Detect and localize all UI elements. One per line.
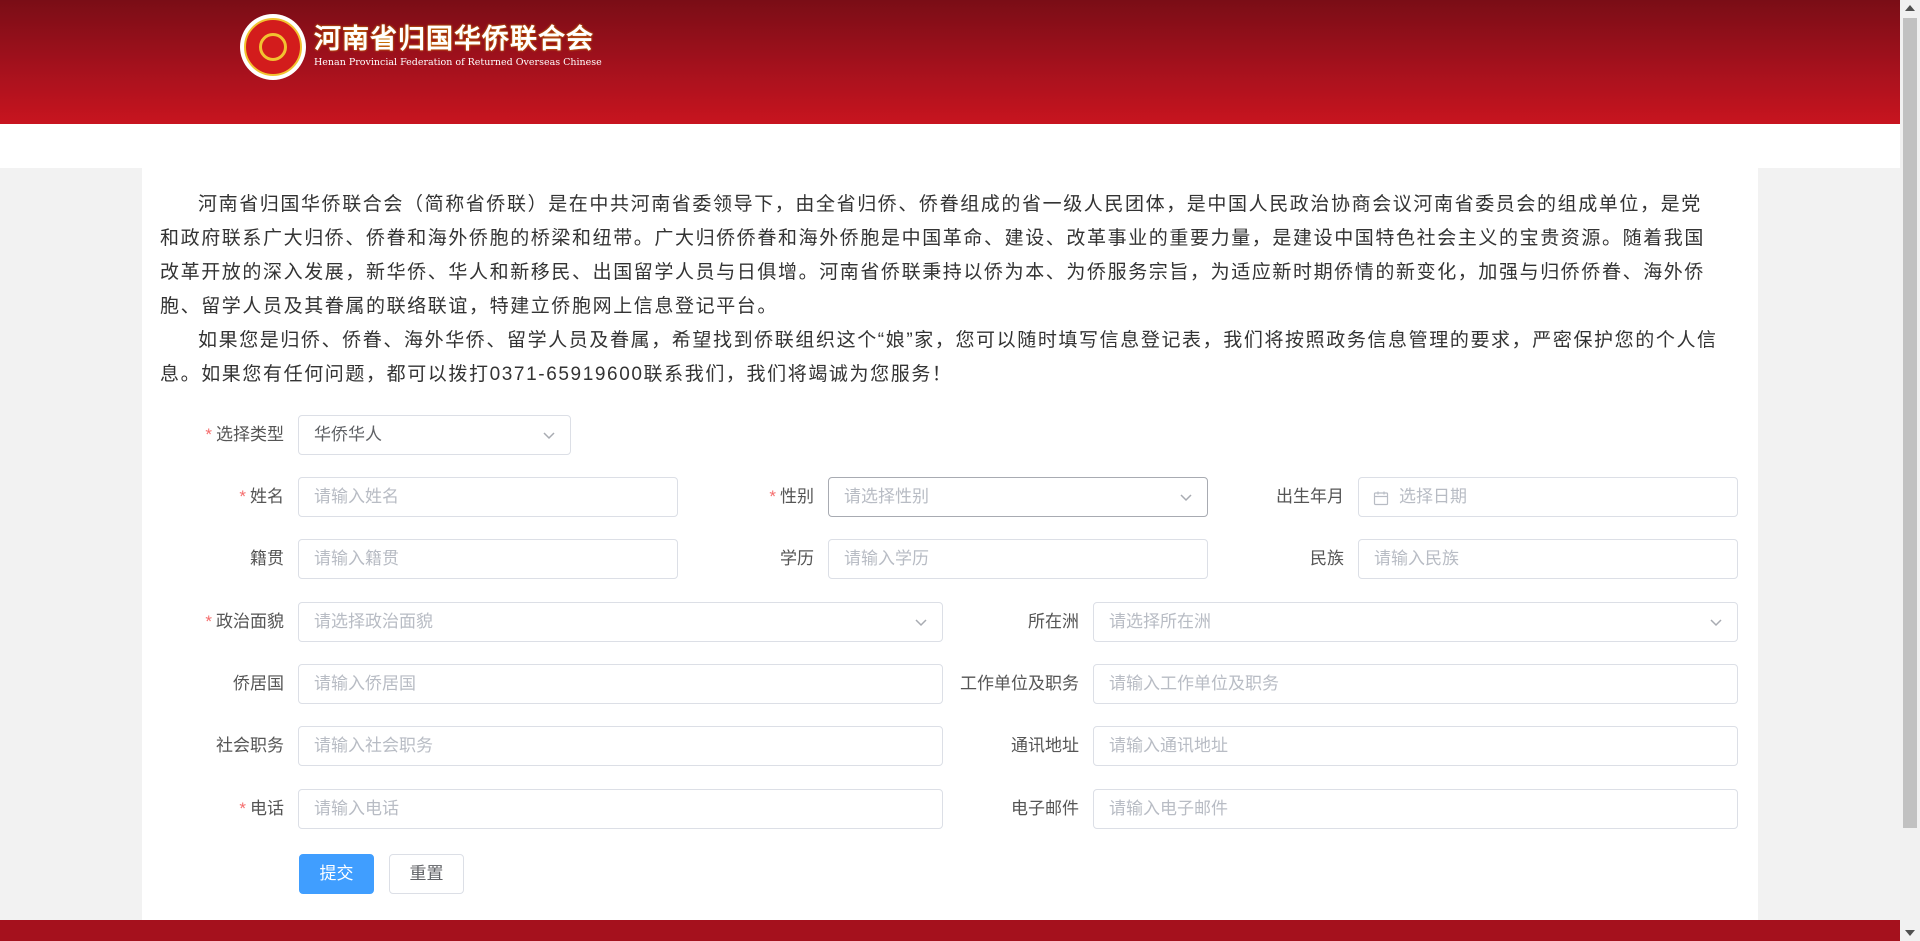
site-header: 河南省归国华侨联合会 Henan Provincial Federation o… — [0, 0, 1900, 124]
education-label: 学历 — [780, 549, 814, 568]
intro-text: 河南省归国华侨联合会（简称省侨联）是在中共河南省委领导下，由全省归侨、侨眷组成的… — [160, 188, 1720, 392]
calendar-icon — [1373, 491, 1389, 506]
scroll-up-arrow-icon[interactable] — [1905, 5, 1915, 11]
type-select[interactable]: 华侨华人 — [298, 415, 571, 455]
chevron-down-icon — [543, 432, 555, 440]
intro-paragraph-1: 河南省归国华侨联合会（简称省侨联）是在中共河南省委领导下，由全省归侨、侨眷组成的… — [160, 194, 1706, 317]
continent-label: 所在洲 — [1028, 612, 1079, 631]
org-name-cn: 河南省归国华侨联合会 — [314, 24, 594, 55]
work-unit-input[interactable] — [1093, 664, 1738, 704]
birth-label: 出生年月 — [1276, 487, 1344, 506]
email-label: 电子邮件 — [1011, 799, 1079, 818]
chevron-down-icon — [915, 619, 927, 627]
scrollbar-thumb[interactable] — [1903, 18, 1917, 828]
social-position-input[interactable] — [298, 726, 943, 766]
birth-date-placeholder: 选择日期 — [1399, 487, 1467, 506]
education-input[interactable] — [828, 539, 1208, 579]
site-logo[interactable]: 河南省归国华侨联合会 Henan Provincial Federation o… — [240, 14, 602, 80]
ethnicity-label: 民族 — [1310, 549, 1344, 568]
nav-spacer — [0, 124, 1900, 168]
birth-date-picker[interactable]: 选择日期 — [1358, 477, 1738, 517]
page-scrollbar[interactable] — [1900, 0, 1920, 941]
address-label: 通讯地址 — [1011, 736, 1079, 755]
gender-select[interactable]: 请选择性别 — [828, 477, 1208, 517]
name-input[interactable] — [298, 477, 678, 517]
email-input[interactable] — [1093, 789, 1738, 829]
org-name-en: Henan Provincial Federation of Returned … — [314, 57, 602, 68]
phone-input[interactable] — [298, 789, 943, 829]
registration-panel: 河南省归国华侨联合会（简称省侨联）是在中共河南省委领导下，由全省归侨、侨眷组成的… — [142, 168, 1758, 920]
federation-emblem-icon — [240, 14, 306, 80]
type-label: * 选择类型 — [205, 425, 284, 444]
social-position-label: 社会职务 — [216, 736, 284, 755]
address-input[interactable] — [1093, 726, 1738, 766]
political-label: * 政治面貌 — [205, 612, 284, 631]
political-select-placeholder: 请选择政治面貌 — [314, 612, 433, 631]
work-unit-label: 工作单位及职务 — [960, 674, 1079, 693]
phone-label: * 电话 — [239, 799, 284, 818]
name-label: * 姓名 — [239, 487, 284, 506]
residence-country-label: 侨居国 — [233, 674, 284, 693]
type-select-value: 华侨华人 — [314, 425, 382, 444]
intro-paragraph-2: 如果您是归侨、侨眷、海外华侨、留学人员及眷属，希望找到侨联组织这个“娘”家，您可… — [160, 330, 1718, 385]
continent-select-placeholder: 请选择所在洲 — [1109, 612, 1211, 631]
residence-country-input[interactable] — [298, 664, 943, 704]
gender-select-placeholder: 请选择性别 — [844, 487, 929, 506]
political-select[interactable]: 请选择政治面貌 — [298, 602, 943, 642]
gender-label: * 性别 — [769, 487, 814, 506]
scroll-down-arrow-icon[interactable] — [1905, 930, 1915, 936]
native-place-input[interactable] — [298, 539, 678, 579]
chevron-down-icon — [1180, 494, 1192, 502]
chevron-down-icon — [1710, 619, 1722, 627]
site-footer — [0, 920, 1900, 941]
native-place-label: 籍贯 — [250, 549, 284, 568]
reset-button[interactable]: 重置 — [389, 854, 464, 894]
submit-button[interactable]: 提交 — [299, 854, 374, 894]
ethnicity-input[interactable] — [1358, 539, 1738, 579]
logo-text: 河南省归国华侨联合会 Henan Provincial Federation o… — [314, 24, 602, 70]
continent-select[interactable]: 请选择所在洲 — [1093, 602, 1738, 642]
